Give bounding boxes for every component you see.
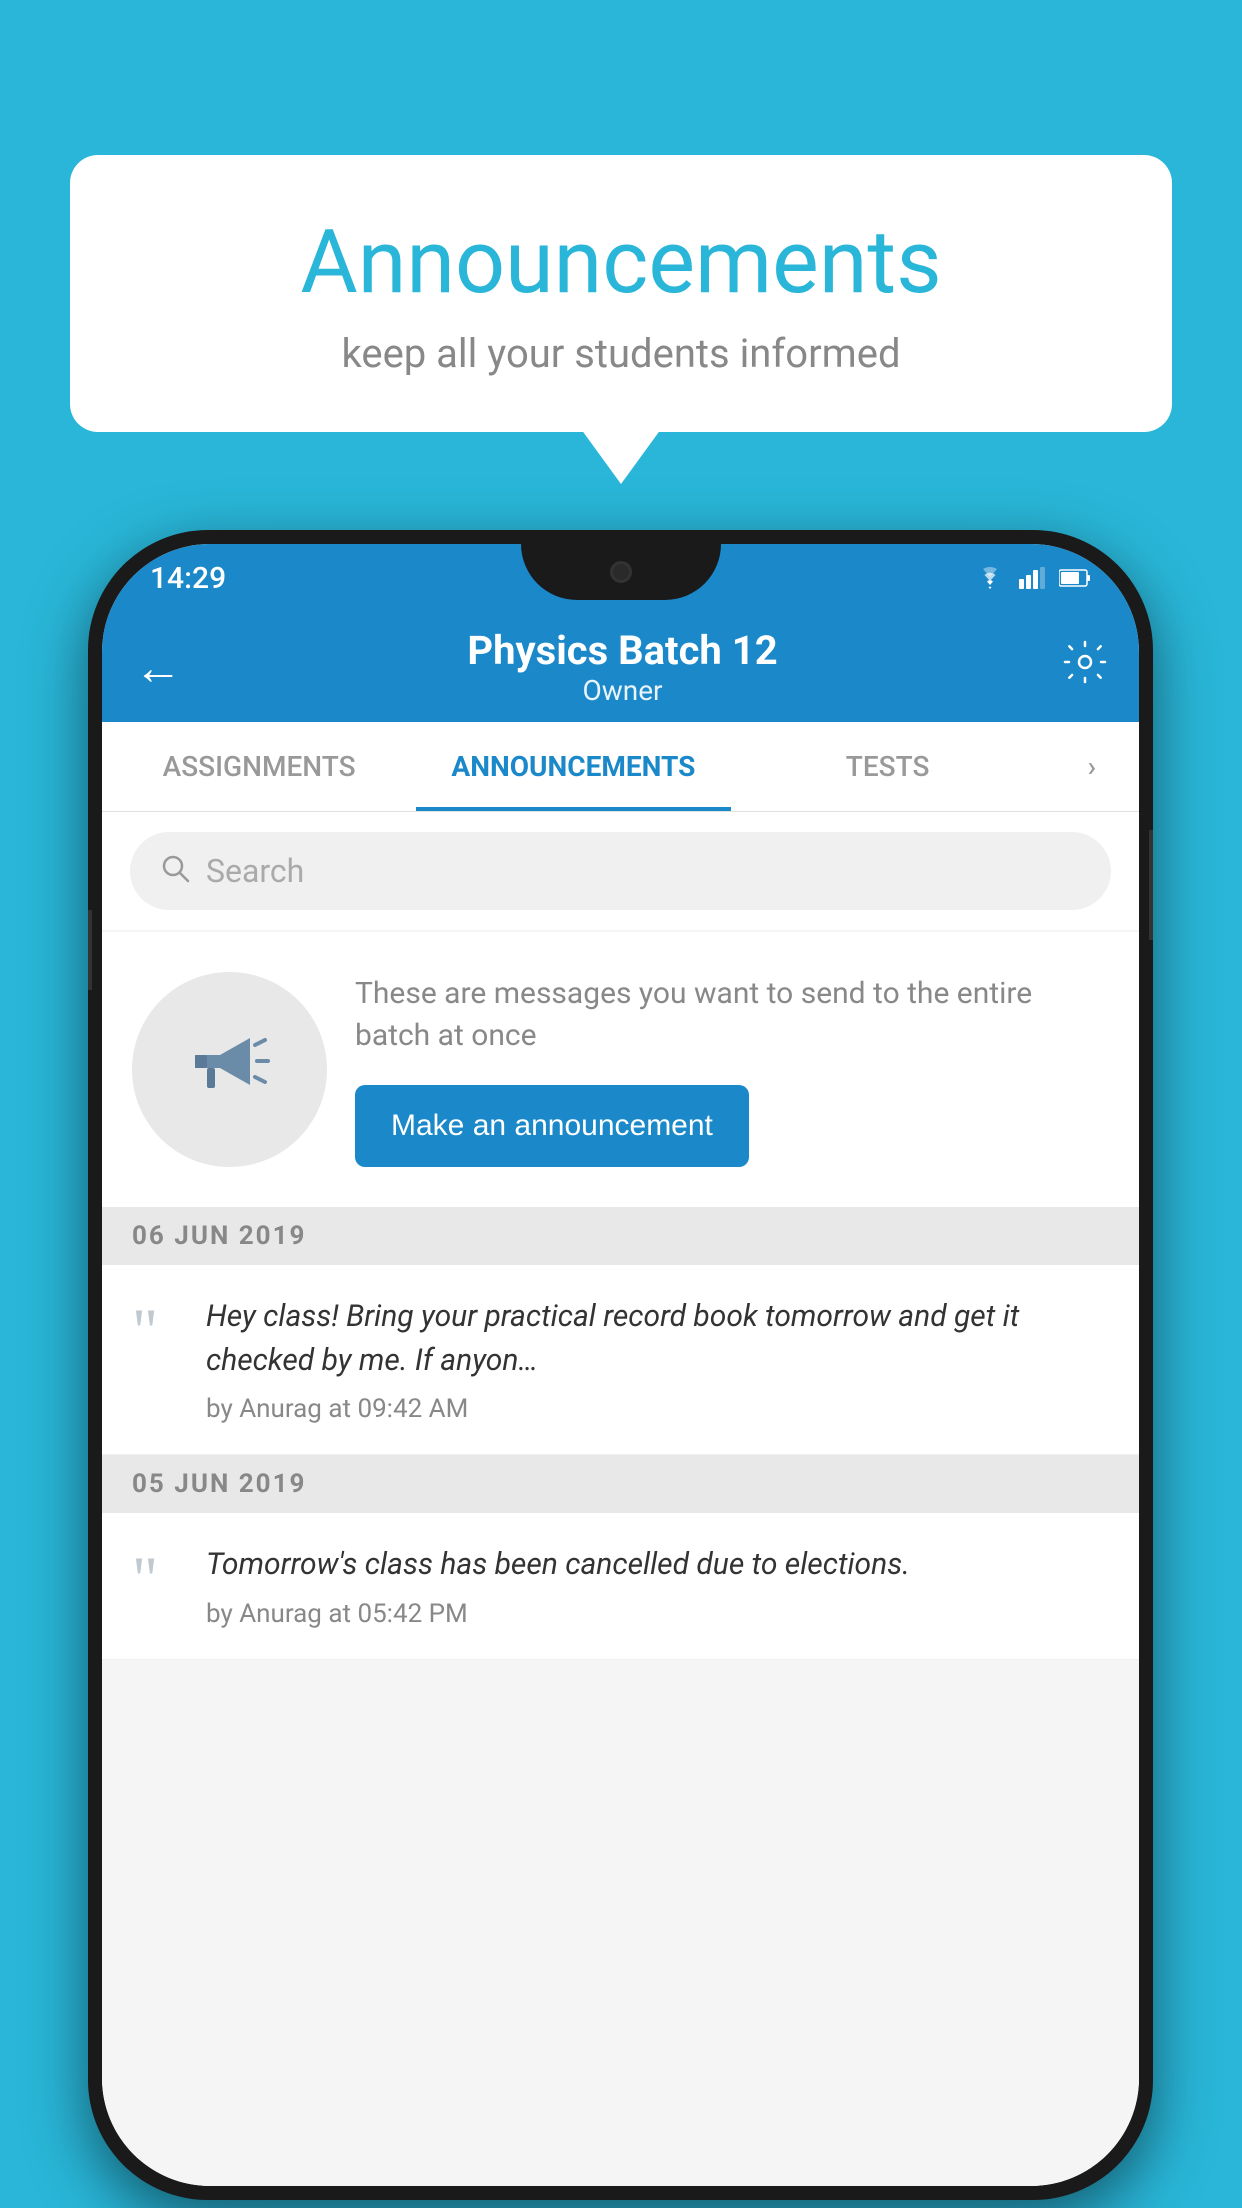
- settings-icon[interactable]: [1063, 640, 1107, 694]
- date-separator-1: 06 JUN 2019: [102, 1207, 1139, 1265]
- announcement-body-2: Tomorrow's class has been cancelled due …: [206, 1543, 1109, 1587]
- search-icon: [160, 850, 190, 892]
- phone-power-button: [1149, 830, 1153, 940]
- signal-icon: [1019, 567, 1045, 589]
- tab-tests[interactable]: TESTS: [731, 722, 1045, 811]
- announcement-text-1: Hey class! Bring your practical record b…: [206, 1295, 1109, 1424]
- announcement-item-1[interactable]: " Hey class! Bring your practical record…: [102, 1265, 1139, 1455]
- empty-state-right: These are messages you want to send to t…: [355, 973, 1109, 1167]
- announcement-meta-1: by Anurag at 09:42 AM: [206, 1394, 1109, 1424]
- announcement-body-1: Hey class! Bring your practical record b…: [206, 1295, 1109, 1382]
- tabs-bar: ASSIGNMENTS ANNOUNCEMENTS TESTS ›: [102, 722, 1139, 812]
- quote-icon-2: ": [132, 1547, 182, 1611]
- quote-icon-1: ": [132, 1299, 182, 1363]
- phone-frame: 14:29: [88, 530, 1153, 2200]
- status-bar: 14:29: [102, 544, 1139, 612]
- search-placeholder: Search: [206, 852, 304, 890]
- battery-icon: [1059, 568, 1091, 588]
- notch: [521, 544, 721, 600]
- app-bar-title: Physics Batch 12: [182, 627, 1063, 674]
- back-button[interactable]: ←: [134, 639, 182, 696]
- phone-wrap: 14:29: [88, 530, 1153, 2200]
- main-content: Search: [102, 812, 1139, 2186]
- notch-camera: [610, 561, 632, 583]
- app-bar: ← Physics Batch 12 Owner: [102, 612, 1139, 722]
- announcement-item-2[interactable]: " Tomorrow's class has been cancelled du…: [102, 1513, 1139, 1660]
- search-bar[interactable]: Search: [130, 832, 1111, 910]
- empty-state-description: These are messages you want to send to t…: [355, 973, 1109, 1057]
- status-icons: [975, 567, 1091, 589]
- announcement-card: Announcements keep all your students inf…: [70, 155, 1172, 432]
- megaphone-icon: [180, 1020, 280, 1120]
- make-announcement-button[interactable]: Make an announcement: [355, 1085, 749, 1167]
- card-subtitle: keep all your students informed: [110, 330, 1132, 377]
- app-bar-subtitle: Owner: [182, 674, 1063, 707]
- card-title: Announcements: [110, 215, 1132, 312]
- phone-screen: 14:29: [102, 544, 1139, 2186]
- empty-state: These are messages you want to send to t…: [102, 932, 1139, 1207]
- tab-announcements[interactable]: ANNOUNCEMENTS: [416, 722, 730, 811]
- tab-more[interactable]: ›: [1045, 722, 1139, 811]
- announcement-meta-2: by Anurag at 05:42 PM: [206, 1599, 1109, 1629]
- tab-assignments[interactable]: ASSIGNMENTS: [102, 722, 416, 811]
- announcement-icon-circle: [132, 972, 327, 1167]
- announcement-text-2: Tomorrow's class has been cancelled due …: [206, 1543, 1109, 1629]
- search-bar-wrap: Search: [102, 812, 1139, 930]
- wifi-icon: [975, 567, 1005, 589]
- date-separator-2: 05 JUN 2019: [102, 1455, 1139, 1513]
- status-time: 14:29: [150, 561, 226, 596]
- phone-volume-button: [88, 910, 92, 990]
- app-bar-title-wrap: Physics Batch 12 Owner: [182, 627, 1063, 707]
